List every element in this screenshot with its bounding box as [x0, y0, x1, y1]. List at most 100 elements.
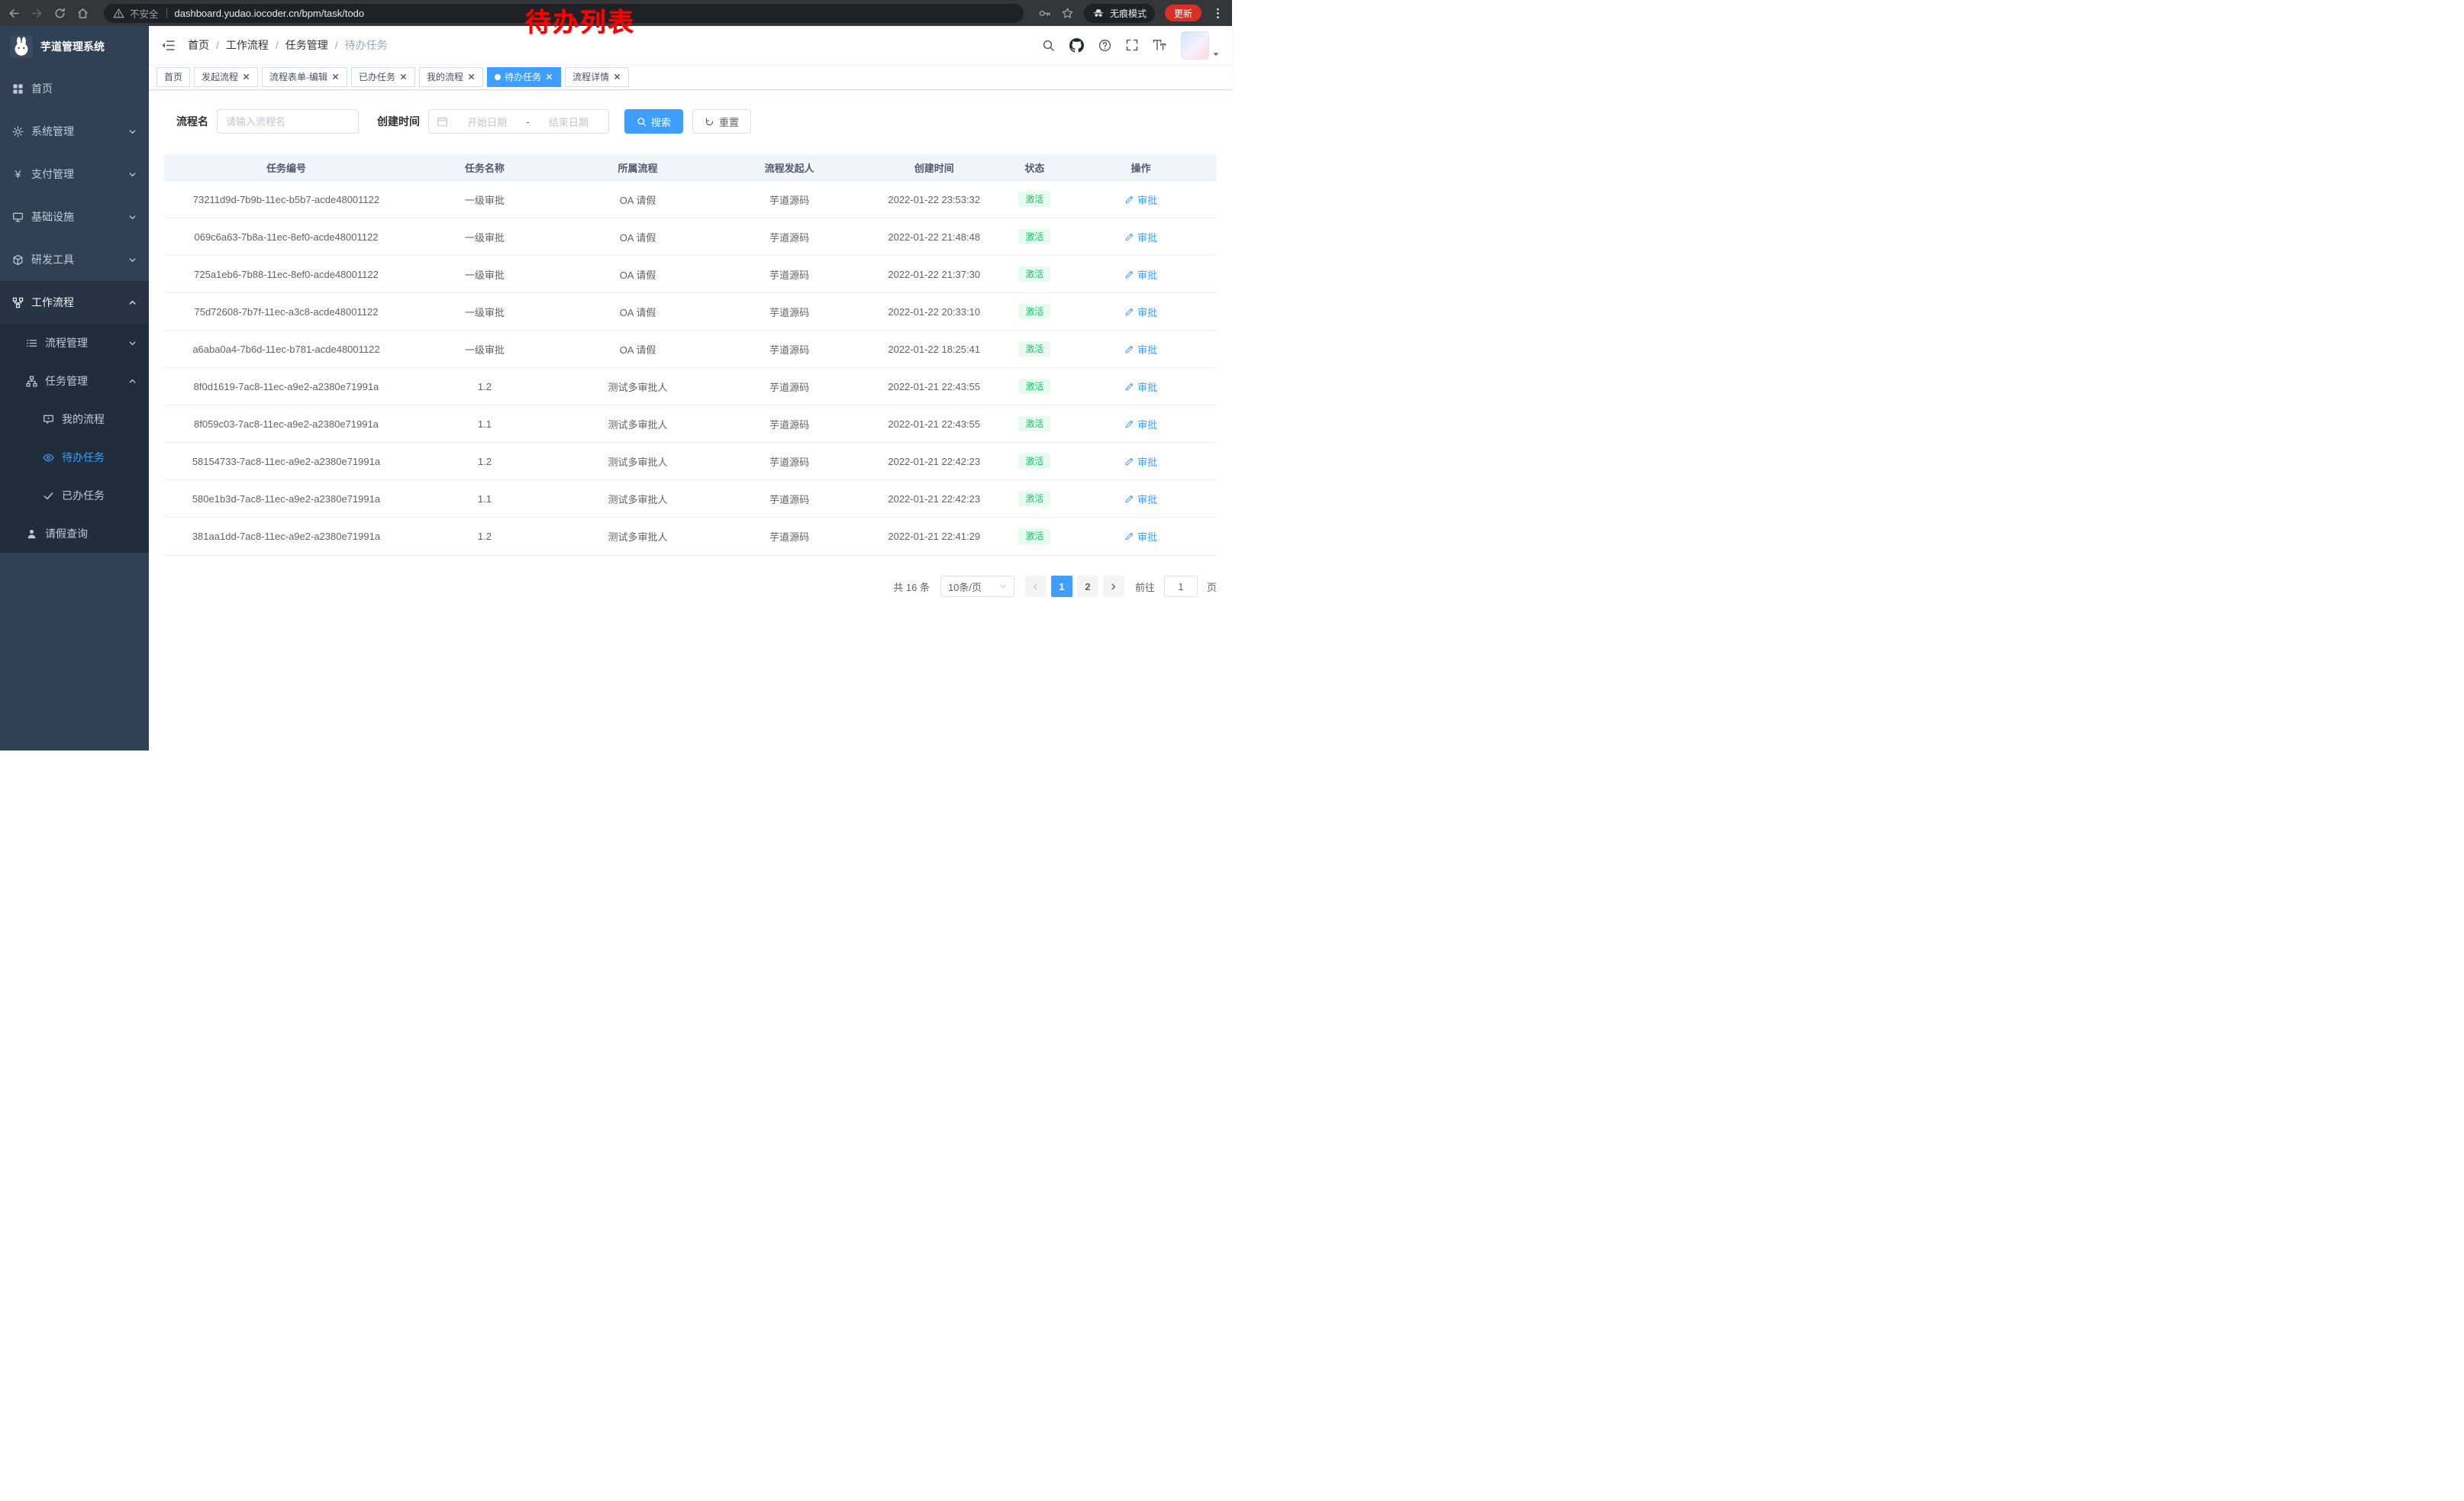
table-row[interactable]: 75d72608-7b7f-11ec-a3c8-acde48001122 一级审…: [164, 293, 1217, 331]
table-row[interactable]: 73211d9d-7b9b-11ec-b5b7-acde48001122 一级审…: [164, 181, 1217, 218]
app-logo[interactable]: 芋道管理系统: [0, 26, 149, 67]
sidebar-item-home[interactable]: 首页: [0, 67, 149, 110]
close-tab-icon[interactable]: [242, 73, 250, 81]
forward-icon[interactable]: [31, 7, 44, 20]
next-page-button[interactable]: [1103, 576, 1124, 597]
cell-task-name: 一级审批: [408, 230, 561, 244]
approve-link[interactable]: 审批: [1124, 342, 1157, 357]
sidebar-item-payment-mgmt[interactable]: ¥ 支付管理: [0, 153, 149, 195]
task-name-text: 1.1: [478, 418, 492, 430]
approve-link[interactable]: 审批: [1124, 492, 1157, 506]
page-size-select[interactable]: 10条/页: [940, 576, 1014, 597]
close-tab-icon[interactable]: [399, 73, 408, 81]
cell-task-name: 1.2: [408, 531, 561, 542]
close-tab-icon[interactable]: [331, 73, 340, 81]
sidebar-item-leave-query[interactable]: 请假查询: [0, 515, 149, 553]
date-range-picker[interactable]: 开始日期 - 结束日期: [428, 109, 609, 134]
home-icon[interactable]: [76, 7, 89, 20]
task-id-text: 8f0d1619-7ac8-11ec-a9e2-a2380e71991a: [194, 381, 379, 392]
tab-done-tasks[interactable]: 已办任务: [351, 67, 415, 87]
font-size-icon[interactable]: [1153, 39, 1166, 51]
sidebar-item-label: 支付管理: [31, 166, 74, 182]
approve-link[interactable]: 审批: [1124, 417, 1157, 431]
sidebar-item-process-mgmt[interactable]: 流程管理: [0, 324, 149, 362]
table-row[interactable]: 725a1eb6-7b88-11ec-8ef0-acde48001122 一级审…: [164, 256, 1217, 293]
tab-home[interactable]: 首页: [156, 67, 190, 87]
help-icon[interactable]: [1098, 39, 1111, 52]
table-row[interactable]: 58154733-7ac8-11ec-a9e2-a2380e71991a 1.2…: [164, 443, 1217, 480]
approve-link[interactable]: 审批: [1124, 529, 1157, 544]
calendar-icon: [437, 116, 448, 128]
edit-icon: [1124, 531, 1134, 541]
prev-page-button[interactable]: [1025, 576, 1047, 597]
sidebar-item-label: 首页: [31, 81, 53, 96]
bookmark-star-icon[interactable]: [1061, 7, 1074, 20]
sidebar-item-my-process[interactable]: 我的流程: [0, 400, 149, 438]
table-body: 73211d9d-7b9b-11ec-b5b7-acde48001122 一级审…: [164, 181, 1217, 555]
breadcrumb-task-mgmt[interactable]: 任务管理: [285, 37, 345, 53]
reset-button[interactable]: 重置: [692, 109, 751, 134]
url-text[interactable]: dashboard.yudao.iocoder.cn/bpm/task/todo: [175, 8, 365, 19]
edit-icon: [1124, 307, 1134, 317]
update-button[interactable]: 更新: [1165, 5, 1201, 21]
tab-start-process[interactable]: 发起流程: [194, 67, 258, 87]
search-icon[interactable]: [1042, 39, 1055, 52]
approve-link[interactable]: 审批: [1124, 192, 1157, 207]
tab-form-edit[interactable]: 流程表单-编辑: [262, 67, 347, 87]
tab-my-process[interactable]: 我的流程: [419, 67, 483, 87]
close-tab-icon[interactable]: [467, 73, 476, 81]
cell-created: 2022-01-22 20:33:10: [864, 306, 1004, 318]
breadcrumb-home[interactable]: 首页: [188, 37, 226, 53]
tab-process-detail[interactable]: 流程详情: [565, 67, 629, 87]
page-button-2[interactable]: 2: [1077, 576, 1098, 597]
back-icon[interactable]: [8, 7, 21, 20]
search-button-label: 搜索: [651, 115, 671, 129]
search-button[interactable]: 搜索: [624, 109, 683, 134]
table-row[interactable]: a6aba0a4-7b6d-11ec-b781-acde48001122 一级审…: [164, 331, 1217, 368]
cell-starter: 芋道源码: [714, 492, 864, 506]
approve-link[interactable]: 审批: [1124, 454, 1157, 469]
breadcrumb-workflow[interactable]: 工作流程: [226, 37, 285, 53]
sidebar-item-infrastructure[interactable]: 基础设施: [0, 195, 149, 238]
fullscreen-icon[interactable]: [1126, 39, 1138, 51]
approve-link[interactable]: 审批: [1124, 230, 1157, 244]
status-badge: 激活: [1018, 229, 1050, 244]
sidebar-item-dev-tools[interactable]: 研发工具: [0, 238, 149, 281]
sidebar-item-workflow[interactable]: 工作流程: [0, 281, 149, 324]
goto-page-input[interactable]: [1164, 576, 1198, 597]
table-row[interactable]: 381aa1dd-7ac8-11ec-a9e2-a2380e71991a 1.2…: [164, 518, 1217, 555]
tab-todo-tasks[interactable]: 待办任务: [487, 67, 561, 87]
cell-created: 2022-01-22 18:25:41: [864, 344, 1004, 355]
password-key-icon[interactable]: [1038, 7, 1051, 20]
approve-link[interactable]: 审批: [1124, 379, 1157, 394]
dashboard-icon: [12, 83, 24, 95]
sidebar-item-task-mgmt[interactable]: 任务管理: [0, 362, 149, 400]
address-bar[interactable]: 不安全 dashboard.yudao.iocoder.cn/bpm/task/…: [104, 4, 1024, 23]
cell-process: OA 请假: [561, 192, 714, 207]
sidebar-fold-icon[interactable]: [161, 39, 176, 52]
approve-link[interactable]: 审批: [1124, 267, 1157, 282]
edit-icon: [1124, 494, 1134, 504]
github-icon[interactable]: [1069, 38, 1084, 53]
avatar[interactable]: [1181, 31, 1209, 60]
table-row[interactable]: 580e1b3d-7ac8-11ec-a9e2-a2380e71991a 1.1…: [164, 480, 1217, 518]
start-date-placeholder[interactable]: 开始日期: [455, 115, 519, 129]
created-text: 2022-01-21 22:42:23: [888, 456, 980, 467]
cell-status: 激活: [1004, 528, 1065, 544]
close-tab-icon[interactable]: [613, 73, 621, 81]
page-button-1[interactable]: 1: [1051, 576, 1072, 597]
sidebar-item-done-task[interactable]: 已办任务: [0, 476, 149, 515]
table-row[interactable]: 8f059c03-7ac8-11ec-a9e2-a2380e71991a 1.1…: [164, 405, 1217, 443]
close-tab-icon[interactable]: [545, 73, 553, 81]
refresh-icon[interactable]: [53, 7, 66, 20]
table-row[interactable]: 8f0d1619-7ac8-11ec-a9e2-a2380e71991a 1.2…: [164, 368, 1217, 405]
sidebar-item-todo-task[interactable]: 待办任务: [0, 438, 149, 476]
end-date-placeholder[interactable]: 结束日期: [537, 115, 601, 129]
user-menu[interactable]: [1181, 31, 1220, 60]
table-row[interactable]: 069c6a63-7b8a-11ec-8ef0-acde48001122 一级审…: [164, 218, 1217, 256]
menu-kebab-icon[interactable]: [1211, 7, 1224, 20]
sidebar-item-system-mgmt[interactable]: 系统管理: [0, 110, 149, 153]
approve-link[interactable]: 审批: [1124, 305, 1157, 319]
process-name-input[interactable]: [217, 109, 359, 134]
security-label[interactable]: 不安全: [130, 6, 159, 21]
